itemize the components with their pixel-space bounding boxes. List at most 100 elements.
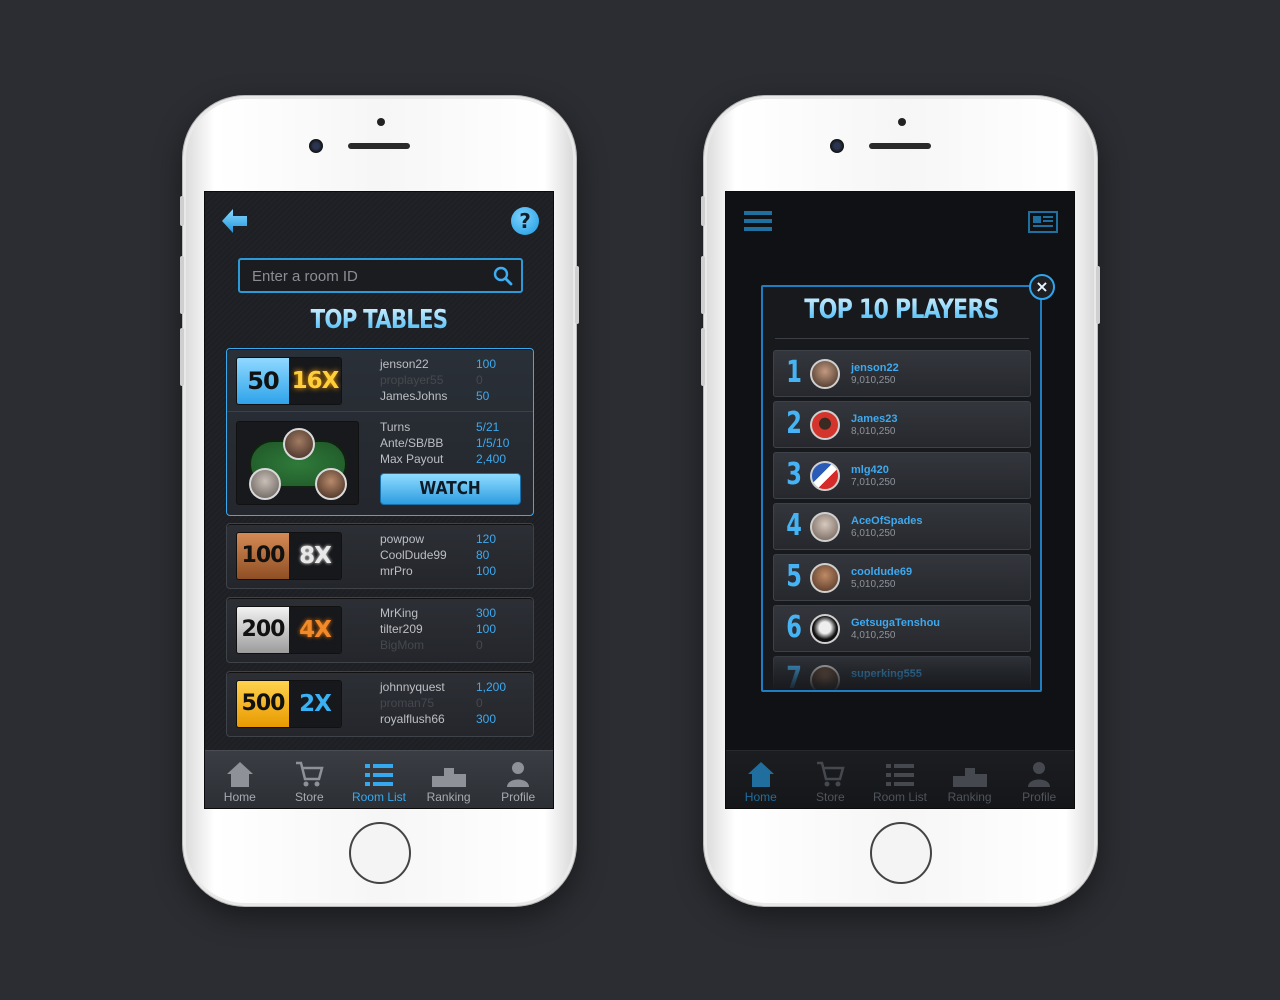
player-row: johnnyquest 1,200	[380, 679, 506, 695]
leaderboard-row[interactable]: 6 GetsugaTenshou 4,010,250	[773, 605, 1031, 652]
cart-icon	[296, 761, 325, 787]
back-arrow-icon[interactable]	[219, 206, 249, 236]
player-name: JamesJohns	[380, 389, 448, 403]
tab-label: Ranking	[426, 790, 471, 804]
home-hardware-button[interactable]	[349, 822, 411, 884]
player-name: proplayer55	[380, 373, 444, 387]
rank-number: 2	[786, 406, 802, 441]
leaderboard-row[interactable]: 4 AceOfSpades 6,010,250	[773, 503, 1031, 550]
top-tables-title: TOP TABLES	[236, 305, 521, 335]
leaderboard-row[interactable]: 2 James23 8,010,250	[773, 401, 1031, 448]
multiplier: 4X	[289, 607, 341, 653]
player-row: jenson22 100	[380, 356, 496, 372]
search-icon[interactable]	[493, 266, 513, 286]
player-row: tilter209 100	[380, 621, 496, 637]
tab-label: Store	[816, 790, 845, 804]
player-score: 1,200	[476, 680, 507, 694]
table-card[interactable]: 100 8X powpow 120 CoolDude99 80 mrPro 100	[226, 523, 534, 589]
player-score: 300	[476, 712, 497, 726]
tab-store[interactable]: Store	[796, 751, 866, 808]
mute-switch	[180, 196, 184, 226]
player-score: 100	[476, 357, 497, 371]
player-name: BigMom	[380, 638, 425, 652]
rank-number: 1	[786, 355, 802, 390]
player-name: jenson22	[380, 357, 429, 371]
player-score: 80	[476, 548, 490, 562]
player-name: GetsugaTenshou	[851, 617, 941, 629]
info-row: Max Payout 2,400	[380, 451, 509, 467]
seated-player-avatar	[315, 468, 347, 500]
earpiece-speaker	[869, 143, 931, 149]
leaderboard-row[interactable]: 3 mlg420 7,010,250	[773, 452, 1031, 499]
news-icon[interactable]	[1027, 210, 1059, 234]
player-chips: 7,010,250	[851, 477, 896, 488]
modal-divider	[775, 338, 1029, 339]
info-value: 5/21	[476, 420, 500, 434]
player-avatar	[810, 461, 840, 491]
close-icon[interactable]: ×	[1029, 274, 1055, 300]
blind-amount: 200	[237, 607, 289, 653]
featured-table-card[interactable]: 50 16X jenson22 100 proplayer55 0 JamesJoh…	[226, 348, 534, 516]
tab-profile[interactable]: Profile	[1004, 751, 1074, 808]
stake-badge: 200 4X	[236, 606, 342, 654]
podium-icon	[431, 768, 466, 787]
player-row: powpow 120	[380, 531, 496, 547]
menu-icon[interactable]	[744, 210, 772, 232]
tab-ranking[interactable]: Ranking	[414, 751, 484, 808]
home-hardware-button[interactable]	[870, 822, 932, 884]
home-icon	[226, 762, 253, 787]
watch-button[interactable]: WATCH	[380, 473, 521, 505]
multiplier: 2X	[289, 681, 341, 727]
player-avatar	[810, 563, 840, 593]
tab-bar: Home Store Room List Ranking Profile	[205, 750, 553, 808]
power-button	[575, 266, 579, 324]
tab-label: Profile	[501, 790, 536, 804]
room-id-input[interactable]	[252, 265, 482, 287]
tab-label: Ranking	[947, 790, 992, 804]
player-list: MrKing 300 tilter209 100 BigMom 0	[380, 605, 496, 653]
table-card[interactable]: 200 4X MrKing 300 tilter209 100 BigMom 0	[226, 597, 534, 663]
player-name: James23	[851, 413, 898, 425]
info-label: Max Payout	[380, 452, 444, 466]
player-score: 100	[476, 622, 497, 636]
sensor-dot	[377, 118, 385, 126]
tab-profile[interactable]: Profile	[483, 751, 553, 808]
watch-label: WATCH	[419, 478, 482, 499]
seated-player-avatar	[283, 428, 315, 460]
tab-store[interactable]: Store	[275, 751, 345, 808]
info-label: Turns	[380, 420, 411, 434]
leaderboard-row[interactable]: 5 cooldude69 5,010,250	[773, 554, 1031, 601]
player-chips: 8,010,250	[851, 426, 896, 437]
help-icon[interactable]: ?	[511, 207, 539, 235]
player-avatar	[810, 410, 840, 440]
player-chips: 5,010,250	[851, 579, 896, 590]
player-name: mrPro	[380, 564, 413, 578]
tab-room-list[interactable]: Room List	[865, 751, 935, 808]
leaderboard-row[interactable]: 1 jenson22 9,010,250	[773, 350, 1031, 397]
tab-home[interactable]: Home	[205, 751, 275, 808]
card-divider	[227, 411, 533, 412]
tab-room-list[interactable]: Room List	[344, 751, 414, 808]
info-row: Turns 5/21	[380, 419, 509, 435]
player-list: powpow 120 CoolDude99 80 mrPro 100	[380, 531, 496, 579]
tab-label: Profile	[1022, 790, 1057, 804]
player-row: BigMom 0	[380, 637, 496, 653]
cart-icon	[817, 761, 846, 787]
player-row: MrKing 300	[380, 605, 496, 621]
featured-player-list: jenson22 100 proplayer55 0 JamesJohns 50	[380, 356, 496, 404]
player-name: proman75	[380, 696, 435, 710]
tab-home[interactable]: Home	[726, 751, 796, 808]
tab-ranking[interactable]: Ranking	[935, 751, 1005, 808]
player-name: cooldude69	[851, 566, 913, 578]
player-score: 120	[476, 532, 497, 546]
table-card[interactable]: 500 2X johnnyquest 1,200 proman75 0 royalf…	[226, 671, 534, 737]
player-row: proplayer55 0	[380, 372, 496, 388]
player-score: 0	[476, 638, 483, 652]
player-row: mrPro 100	[380, 563, 496, 579]
rank-number: 3	[786, 457, 802, 492]
room-id-search	[238, 258, 523, 293]
sensor-dot	[898, 118, 906, 126]
tab-label: Store	[295, 790, 324, 804]
tab-label: Room List	[351, 790, 406, 804]
front-camera	[309, 139, 323, 153]
